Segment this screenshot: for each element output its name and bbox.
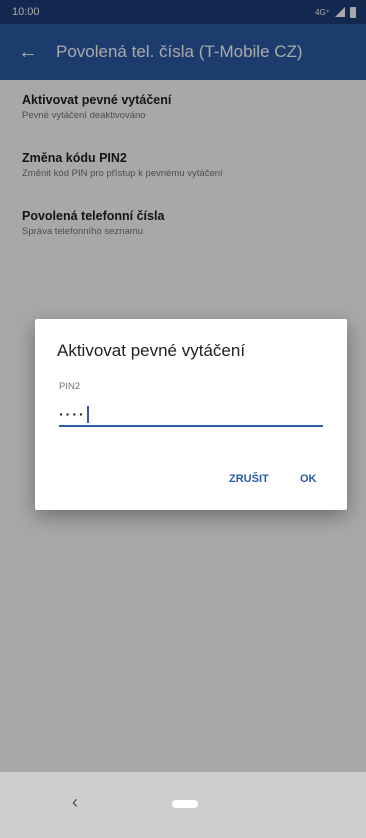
pin2-input[interactable]: ···· bbox=[59, 403, 323, 427]
nav-back-icon[interactable]: ‹ bbox=[72, 792, 78, 813]
text-cursor bbox=[86, 405, 89, 423]
pin2-dialog: Aktivovat pevné vytáčení PIN2 ···· ZRUŠI… bbox=[35, 319, 347, 510]
cancel-button[interactable]: ZRUŠIT bbox=[229, 473, 269, 485]
dialog-title: Aktivovat pevné vytáčení bbox=[57, 341, 246, 360]
home-pill-icon[interactable] bbox=[172, 800, 198, 808]
pin2-field-label: PIN2 bbox=[59, 381, 81, 392]
pin2-input-value: ···· bbox=[59, 406, 86, 422]
ok-button[interactable]: OK bbox=[300, 473, 317, 485]
navigation-bar: ‹ bbox=[0, 772, 366, 838]
